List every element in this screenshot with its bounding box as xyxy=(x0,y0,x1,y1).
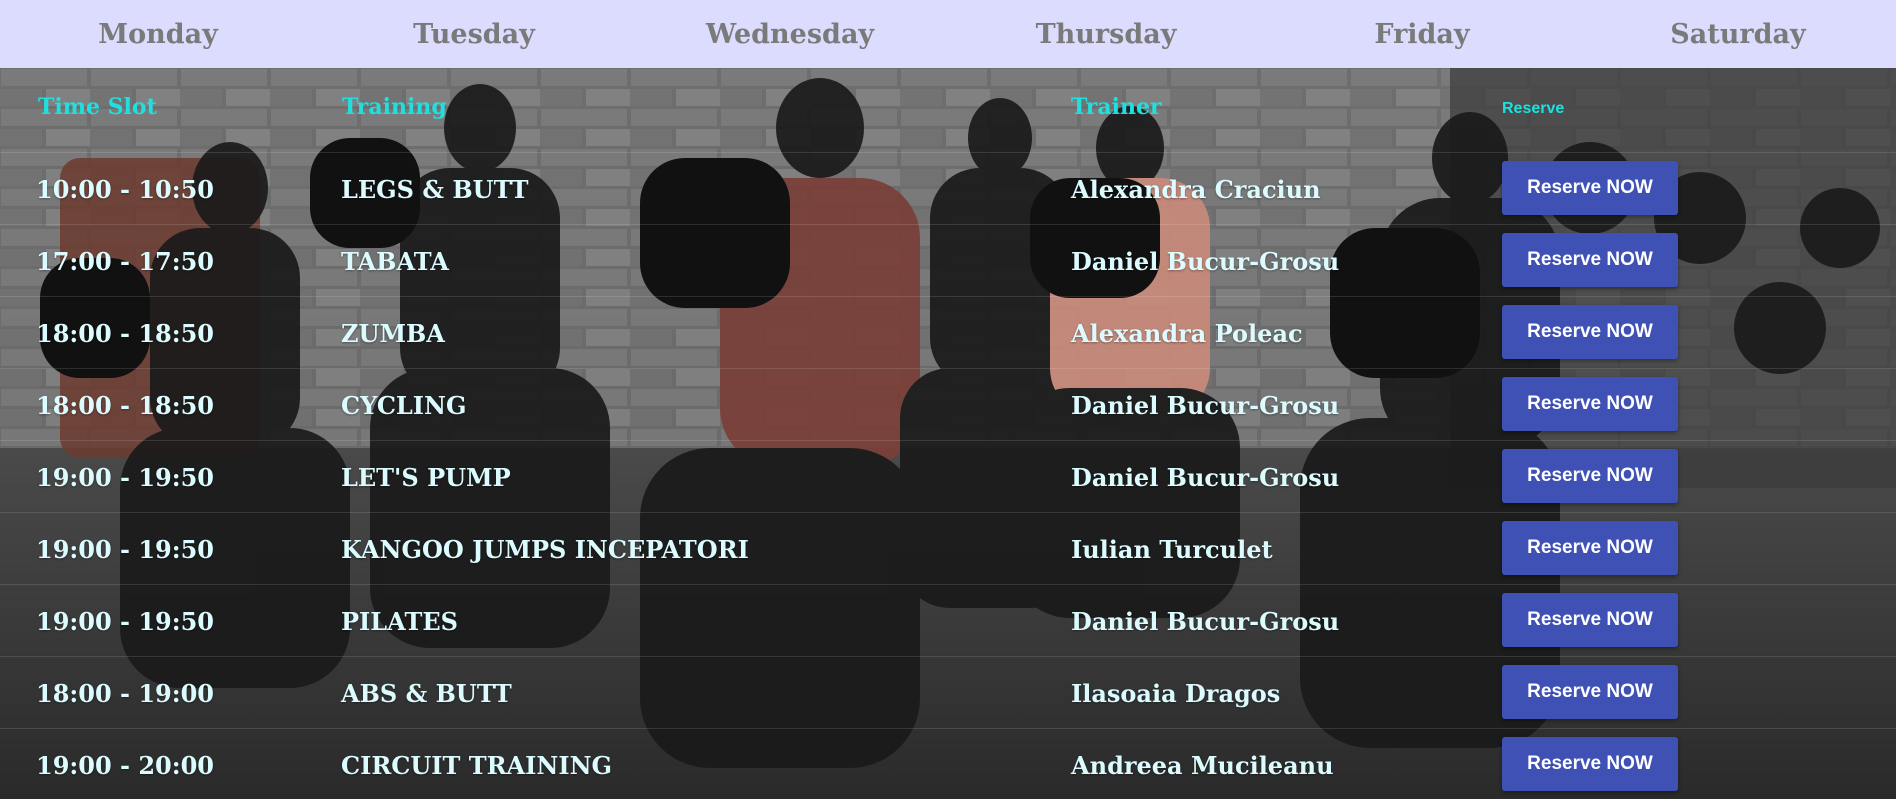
day-tab-thursday[interactable]: Thursday xyxy=(948,0,1264,68)
reserve-now-button[interactable]: Reserve NOW xyxy=(1502,521,1678,575)
table-row: 18:00 - 18:50 ZUMBA Alexandra Poleac Reserv… xyxy=(0,296,1896,368)
training-cell: TABATA xyxy=(341,247,449,276)
training-cell: LEGS & BUTT xyxy=(341,175,529,204)
table-row: 18:00 - 19:00 ABS & BUTT Ilasoaia Dragos Re… xyxy=(0,656,1896,728)
day-tab-tuesday[interactable]: Tuesday xyxy=(316,0,632,68)
trainer-cell: Daniel Bucur-Grosu xyxy=(1071,247,1340,276)
training-cell: ZUMBA xyxy=(341,319,445,348)
trainer-cell: Daniel Bucur-Grosu xyxy=(1071,463,1340,492)
reserve-now-button[interactable]: Reserve NOW xyxy=(1502,161,1678,215)
time-slot-cell: 19:00 - 19:50 xyxy=(36,607,214,636)
day-tab-saturday[interactable]: Saturday xyxy=(1580,0,1896,68)
schedule-table: Time Slot Training Trainer Reserve 10:00… xyxy=(0,68,1896,799)
time-slot-cell: 19:00 - 19:50 xyxy=(36,535,214,564)
header-training: Training xyxy=(342,94,447,120)
trainer-cell: Daniel Bucur-Grosu xyxy=(1071,607,1340,636)
training-cell: ABS & BUTT xyxy=(341,679,512,708)
reserve-now-button[interactable]: Reserve NOW xyxy=(1502,305,1678,359)
time-slot-cell: 19:00 - 20:00 xyxy=(36,751,214,780)
trainer-cell: Iulian Turculet xyxy=(1071,535,1273,564)
training-cell: KANGOO JUMPS INCEPATORI xyxy=(341,535,749,564)
trainer-cell: Ilasoaia Dragos xyxy=(1071,679,1281,708)
table-row: 19:00 - 20:00 CIRCUIT TRAINING Andreea Muc… xyxy=(0,728,1896,799)
trainer-cell: Andreea Mucileanu xyxy=(1071,751,1334,780)
day-tab-wednesday[interactable]: Wednesday xyxy=(632,0,948,68)
training-cell: CYCLING xyxy=(341,391,467,420)
table-row: 19:00 - 19:50 PILATES Daniel Bucur-Grosu Re… xyxy=(0,584,1896,656)
header-time-slot: Time Slot xyxy=(38,94,157,120)
header-reserve: Reserve xyxy=(1502,100,1565,117)
time-slot-cell: 18:00 - 18:50 xyxy=(36,391,214,420)
trainer-cell: Alexandra Craciun xyxy=(1071,175,1321,204)
trainer-cell: Daniel Bucur-Grosu xyxy=(1071,391,1340,420)
table-row: 19:00 - 19:50 KANGOO JUMPS INCEPATORI Iuli… xyxy=(0,512,1896,584)
table-row: 17:00 - 17:50 TABATA Daniel Bucur-Grosu Res… xyxy=(0,224,1896,296)
reserve-now-button[interactable]: Reserve NOW xyxy=(1502,449,1678,503)
time-slot-cell: 18:00 - 18:50 xyxy=(36,319,214,348)
time-slot-cell: 10:00 - 10:50 xyxy=(36,175,214,204)
table-row: 19:00 - 19:50 LET'S PUMP Daniel Bucur-Gros… xyxy=(0,440,1896,512)
reserve-now-button[interactable]: Reserve NOW xyxy=(1502,665,1678,719)
training-cell: LET'S PUMP xyxy=(341,463,511,492)
header-trainer: Trainer xyxy=(1071,94,1162,120)
day-tab-monday[interactable]: Monday xyxy=(0,0,316,68)
day-tabs: Monday Tuesday Wednesday Thursday Friday Satu… xyxy=(0,0,1896,68)
reserve-now-button[interactable]: Reserve NOW xyxy=(1502,233,1678,287)
table-header: Time Slot Training Trainer Reserve xyxy=(0,68,1896,152)
time-slot-cell: 19:00 - 19:50 xyxy=(36,463,214,492)
trainer-cell: Alexandra Poleac xyxy=(1071,319,1303,348)
time-slot-cell: 18:00 - 19:00 xyxy=(36,679,214,708)
reserve-now-button[interactable]: Reserve NOW xyxy=(1502,593,1678,647)
training-cell: PILATES xyxy=(341,607,458,636)
training-cell: CIRCUIT TRAINING xyxy=(341,751,612,780)
reserve-now-button[interactable]: Reserve NOW xyxy=(1502,377,1678,431)
time-slot-cell: 17:00 - 17:50 xyxy=(36,247,214,276)
reserve-now-button[interactable]: Reserve NOW xyxy=(1502,737,1678,791)
table-row: 18:00 - 18:50 CYCLING Daniel Bucur-Grosu Re… xyxy=(0,368,1896,440)
day-tab-friday[interactable]: Friday xyxy=(1264,0,1580,68)
table-row: 10:00 - 10:50 LEGS & BUTT Alexandra Craciu… xyxy=(0,152,1896,224)
table-body: 10:00 - 10:50 LEGS & BUTT Alexandra Craciu… xyxy=(0,152,1896,799)
